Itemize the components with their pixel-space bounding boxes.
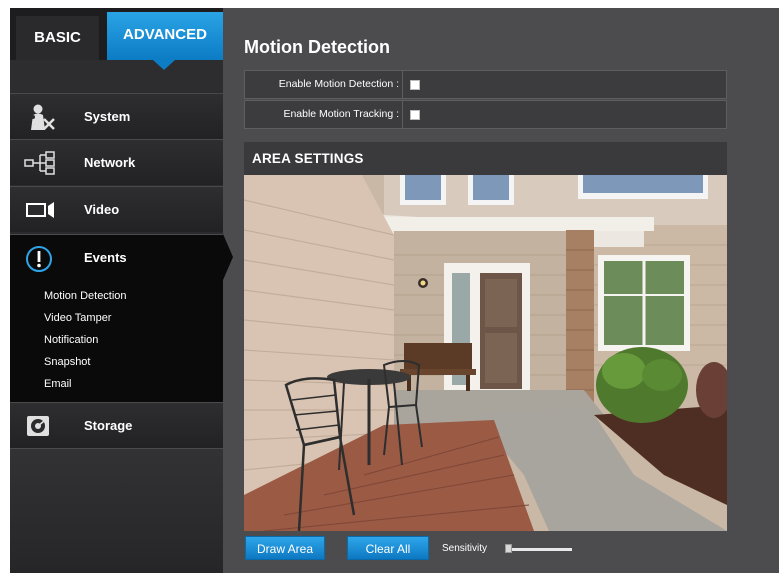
page-title: Motion Detection — [244, 37, 390, 57]
camera-web-ui: BASIC ADVANCED System Network Video Even… — [10, 8, 779, 573]
divider — [402, 71, 403, 98]
sidebar-item-video[interactable]: Video — [10, 186, 223, 232]
sidebar-footer — [10, 448, 223, 573]
enable-motion-tracking-checkbox[interactable] — [410, 110, 420, 120]
submenu-video-tamper[interactable]: Video Tamper — [44, 312, 111, 324]
network-icon — [24, 149, 58, 177]
active-menu-pointer — [223, 234, 233, 280]
submenu-snapshot[interactable]: Snapshot — [44, 356, 90, 368]
sensitivity-label: Sensitivity — [442, 543, 488, 554]
sidebar-item-label: System — [84, 109, 131, 124]
enable-motion-tracking-row: Enable Motion Tracking : — [244, 100, 727, 129]
sidebar-item-label: Video — [84, 202, 120, 217]
sidebar-item-events[interactable]: Events — [10, 234, 223, 280]
draw-area-button[interactable]: Draw Area — [245, 536, 325, 560]
enable-motion-detection-checkbox[interactable] — [410, 80, 420, 90]
enable-motion-tracking-label: Enable Motion Tracking : — [283, 108, 399, 120]
mode-tabs: BASIC ADVANCED — [10, 8, 223, 60]
video-camera-icon — [24, 196, 58, 224]
tab-advanced[interactable]: ADVANCED — [107, 12, 223, 60]
sidebar-item-label: Network — [84, 155, 136, 170]
area-settings-header: AREA SETTINGS — [244, 142, 727, 175]
submenu-notification[interactable]: Notification — [44, 334, 98, 346]
submenu-email[interactable]: Email — [44, 378, 72, 390]
sidebar: BASIC ADVANCED System Network Video Even… — [10, 8, 223, 573]
sensitivity-slider-handle[interactable] — [505, 544, 512, 553]
sidebar-item-network[interactable]: Network — [10, 139, 223, 185]
enable-motion-detection-row: Enable Motion Detection : — [244, 70, 727, 99]
sidebar-item-label: Storage — [84, 418, 133, 433]
sidebar-spacer — [10, 60, 223, 92]
active-tab-pointer — [153, 60, 175, 70]
camera-preview-canvas[interactable] — [244, 175, 727, 531]
storage-icon — [24, 412, 58, 440]
sidebar-item-system[interactable]: System — [10, 93, 223, 139]
clear-all-button[interactable]: Clear All — [347, 536, 429, 560]
divider — [402, 101, 403, 128]
sidebar-item-storage[interactable]: Storage — [10, 402, 223, 448]
exclamation-circle-icon — [24, 244, 58, 272]
submenu-motion-detection[interactable]: Motion Detection — [44, 290, 127, 302]
system-icon — [24, 103, 58, 131]
enable-motion-detection-label: Enable Motion Detection : — [278, 78, 399, 90]
sidebar-item-label: Events — [84, 250, 127, 265]
sensitivity-slider-track[interactable] — [510, 548, 572, 551]
events-submenu: Motion Detection Video Tamper Notificati… — [10, 280, 223, 402]
tab-basic[interactable]: BASIC — [16, 16, 99, 60]
